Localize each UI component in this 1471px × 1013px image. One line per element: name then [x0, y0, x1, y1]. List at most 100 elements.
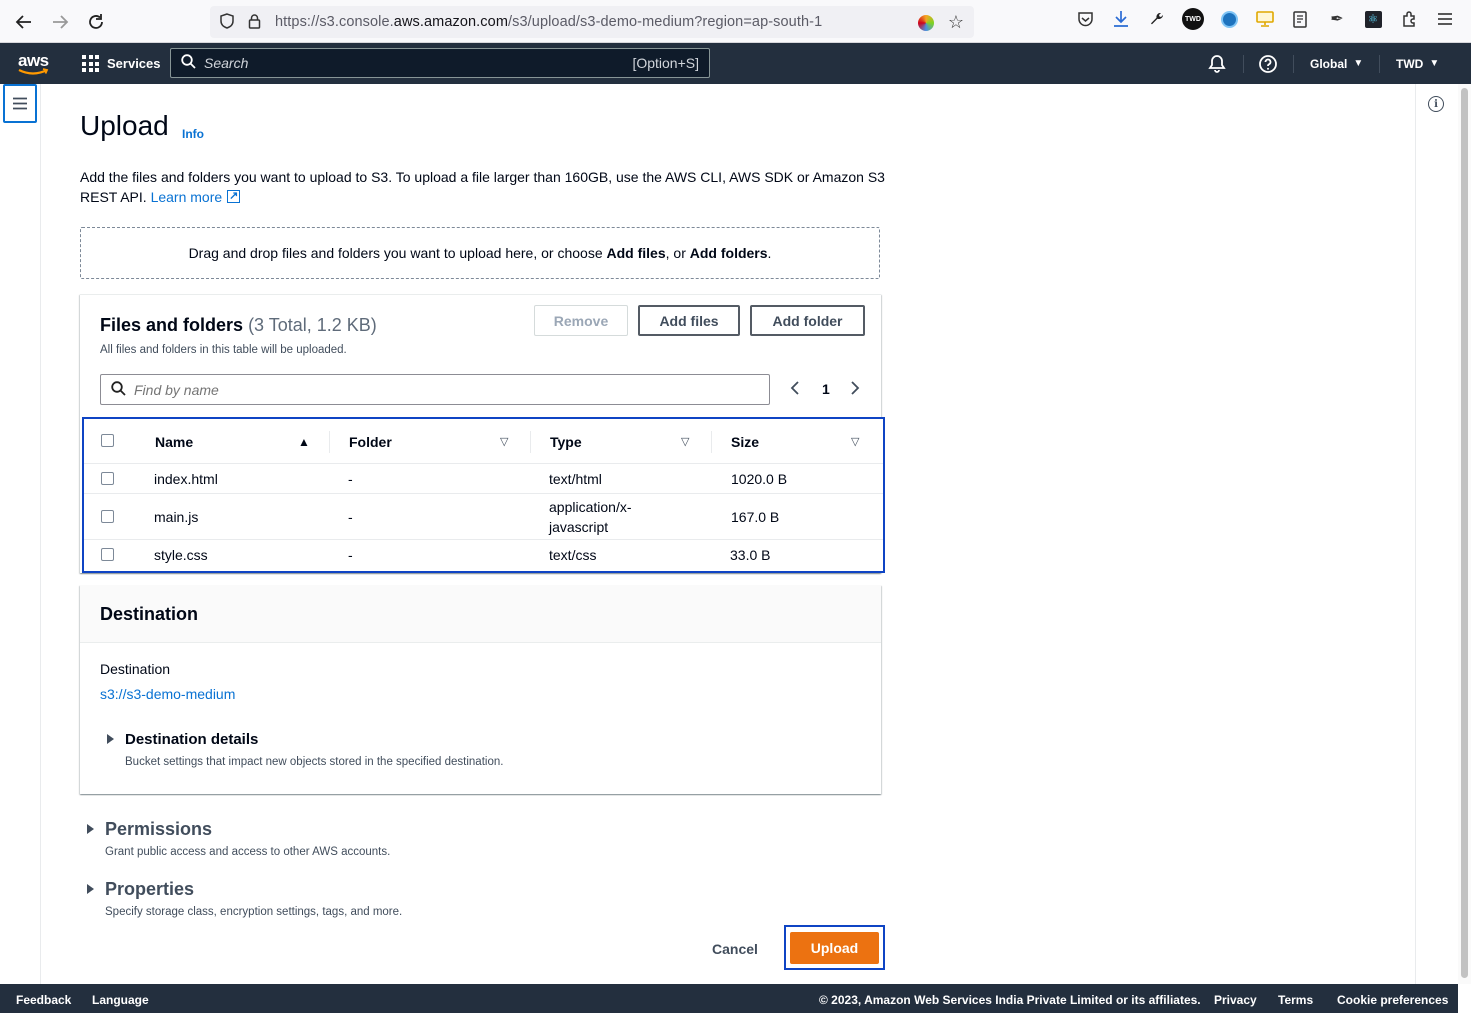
destination-panel: Destination Destination s3://s3-demo-med… — [80, 585, 881, 794]
page-title: Upload — [80, 110, 169, 141]
sort-desc-icon[interactable]: ▽ — [681, 435, 689, 448]
back-arrow-icon[interactable] — [6, 4, 42, 40]
row-name: index.html — [154, 471, 218, 487]
caret-right-icon[interactable] — [87, 884, 94, 894]
address-bar[interactable]: https://s3.console.aws.amazon.com/s3/upl… — [210, 6, 974, 38]
column-header-folder[interactable]: Folder — [349, 419, 392, 465]
privacy-link[interactable]: Privacy — [1214, 993, 1257, 1007]
region-label: Global — [1310, 56, 1348, 71]
chevron-left-icon[interactable] — [788, 380, 802, 399]
reader-icon[interactable] — [1290, 8, 1312, 30]
find-by-name-field[interactable] — [100, 374, 770, 405]
url-text: https://s3.console.aws.amazon.com/s3/upl… — [275, 14, 823, 30]
reload-icon[interactable] — [78, 4, 114, 40]
caret-right-icon[interactable] — [107, 734, 114, 744]
extensions-puzzle-icon[interactable] — [1398, 8, 1420, 30]
left-rail — [0, 84, 41, 984]
row-folder: - — [348, 509, 353, 525]
properties-toggle[interactable]: Properties — [105, 879, 194, 900]
search-icon — [111, 380, 126, 399]
feather-extension-icon[interactable]: ✒ — [1326, 8, 1348, 30]
find-by-name-input[interactable] — [134, 381, 734, 398]
feedback-link[interactable]: Feedback — [16, 993, 71, 1007]
remove-button[interactable]: Remove — [534, 305, 628, 336]
language-link[interactable]: Language — [92, 993, 149, 1007]
console-footer: Feedback Language © 2023, Amazon Web Ser… — [0, 984, 1458, 1013]
download-icon[interactable] — [1110, 8, 1132, 30]
row-size: 167.0 B — [731, 509, 780, 525]
destination-bucket-link[interactable]: s3://s3-demo-medium — [100, 686, 235, 702]
bell-icon[interactable] — [1207, 43, 1227, 84]
sort-desc-icon[interactable]: ▽ — [500, 435, 508, 448]
row-name: style.css — [154, 547, 208, 563]
destination-details-toggle[interactable]: Destination details — [125, 731, 258, 748]
help-icon[interactable] — [1258, 43, 1278, 84]
lock-icon — [248, 13, 261, 32]
files-count: (3 Total, 1.2 KB) — [248, 315, 377, 335]
color-circle-icon[interactable] — [917, 14, 934, 31]
row-checkbox[interactable] — [101, 472, 114, 485]
destination-title: Destination — [100, 604, 199, 624]
destination-header: Destination — [80, 585, 881, 643]
region-selector[interactable]: Global ▼ — [1310, 43, 1363, 84]
row-type: text/html — [549, 471, 602, 487]
upload-dropzone[interactable]: Drag and drop files and folders you want… — [80, 227, 880, 279]
twd-extension-icon[interactable]: TWD — [1182, 8, 1204, 30]
add-files-button[interactable]: Add files — [638, 305, 740, 336]
chevron-right-icon[interactable] — [848, 380, 862, 399]
destination-label: Destination — [100, 661, 171, 677]
select-all-checkbox[interactable] — [101, 434, 114, 447]
column-header-type[interactable]: Type — [550, 419, 582, 465]
caret-right-icon[interactable] — [87, 824, 94, 834]
pagination: 1 — [788, 377, 862, 401]
search-shortcut: [Option+S] — [632, 55, 699, 71]
row-type: application/x-javascript — [549, 499, 632, 535]
globe-extension-icon[interactable] — [1218, 8, 1240, 30]
row-folder: - — [348, 547, 353, 563]
pocket-icon[interactable] — [1074, 8, 1096, 30]
files-table: Name ▲ Folder ▽ Type ▽ Size ▽ index.html… — [82, 417, 885, 573]
learn-more-link[interactable]: Learn more — [151, 186, 241, 206]
right-rail — [1415, 84, 1458, 984]
cancel-button[interactable]: Cancel — [700, 935, 770, 963]
sort-desc-icon[interactable]: ▽ — [851, 435, 859, 448]
forward-arrow-icon[interactable] — [42, 4, 78, 40]
row-checkbox[interactable] — [101, 548, 114, 561]
copyright-text: © 2023, Amazon Web Services India Privat… — [819, 993, 1201, 1007]
terms-link[interactable]: Terms — [1278, 993, 1313, 1007]
destination-details-description: Bucket settings that impact new objects … — [125, 756, 504, 768]
files-panel-title: Files and folders (3 Total, 1.2 KB) — [100, 315, 377, 335]
row-size: 1020.0 B — [731, 471, 788, 487]
grid-icon — [82, 55, 99, 72]
scrollbar-thumb[interactable] — [1461, 88, 1468, 978]
add-folder-button[interactable]: Add folder — [750, 305, 865, 336]
caret-down-icon: ▼ — [1429, 58, 1440, 69]
react-devtools-icon[interactable]: ⚛ — [1362, 8, 1384, 30]
row-checkbox[interactable] — [101, 510, 114, 523]
account-label: TWD — [1396, 56, 1424, 71]
page-description: Add the files and folders you want to up… — [80, 167, 890, 207]
caret-down-icon: ▼ — [1353, 58, 1364, 69]
column-header-size[interactable]: Size — [731, 419, 759, 465]
account-menu[interactable]: TWD ▼ — [1396, 43, 1439, 84]
monitor-extension-icon[interactable] — [1254, 8, 1276, 30]
page-number[interactable]: 1 — [822, 381, 830, 397]
properties-description: Specify storage class, encryption settin… — [105, 906, 403, 918]
aws-logo[interactable]: aws — [18, 51, 52, 77]
info-circle-icon[interactable]: i — [1428, 96, 1444, 112]
services-label: Services — [107, 56, 161, 71]
search-input[interactable]: Search [Option+S] — [170, 48, 710, 78]
info-link[interactable]: Info — [182, 127, 204, 141]
shield-icon — [220, 12, 234, 32]
services-menu[interactable]: Services — [82, 43, 161, 84]
cookie-preferences-link[interactable]: Cookie preferences — [1337, 993, 1448, 1007]
star-icon[interactable]: ☆ — [948, 12, 964, 33]
permissions-toggle[interactable]: Permissions — [105, 819, 212, 840]
hamburger-menu-icon[interactable] — [1434, 8, 1456, 30]
menu-icon[interactable] — [3, 84, 37, 123]
upload-button[interactable]: Upload — [790, 932, 879, 964]
wrench-icon[interactable] — [1146, 8, 1168, 30]
sort-asc-icon[interactable]: ▲ — [298, 435, 310, 449]
aws-top-nav: aws Services Search [Option+S] Global ▼ … — [0, 43, 1471, 84]
column-header-name[interactable]: Name — [155, 419, 193, 465]
